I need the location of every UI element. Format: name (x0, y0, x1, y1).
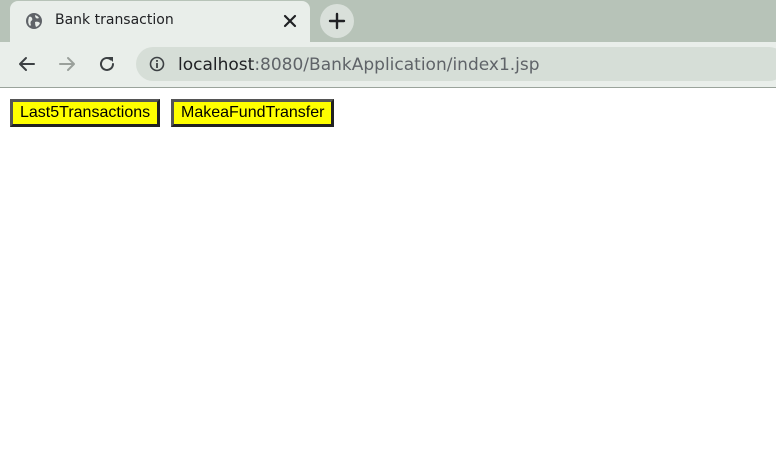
page-content: Last5Transactions MakeaFundTransfer (0, 88, 776, 476)
info-icon[interactable] (149, 56, 165, 72)
make-a-fund-transfer-button[interactable]: MakeaFundTransfer (171, 99, 335, 127)
tab-strip: Bank transaction (0, 0, 776, 42)
tab-title: Bank transaction (55, 12, 174, 28)
reload-icon (100, 56, 114, 71)
arrow-left-icon (19, 57, 35, 71)
browser-window: Bank transaction localhost:8080/BankAppl… (0, 0, 776, 476)
close-icon[interactable] (281, 12, 299, 30)
new-tab-button[interactable] (320, 4, 354, 38)
tab-bank-transaction[interactable]: Bank transaction (10, 1, 310, 42)
globe-icon (25, 12, 43, 30)
arrow-right-icon (59, 57, 75, 71)
forward-button[interactable] (54, 51, 80, 77)
plus-icon (328, 12, 346, 30)
url-host: localhost (178, 55, 255, 75)
reload-button[interactable] (94, 51, 120, 77)
url-path: :8080/BankApplication/index1.jsp (254, 55, 540, 75)
url-text[interactable]: localhost:8080/BankApplication/index1.js… (178, 55, 540, 75)
last-5-transactions-button[interactable]: Last5Transactions (10, 99, 161, 127)
back-button[interactable] (14, 51, 40, 77)
address-bar[interactable]: localhost:8080/BankApplication/index1.js… (136, 47, 776, 81)
browser-toolbar: localhost:8080/BankApplication/index1.js… (0, 42, 776, 88)
